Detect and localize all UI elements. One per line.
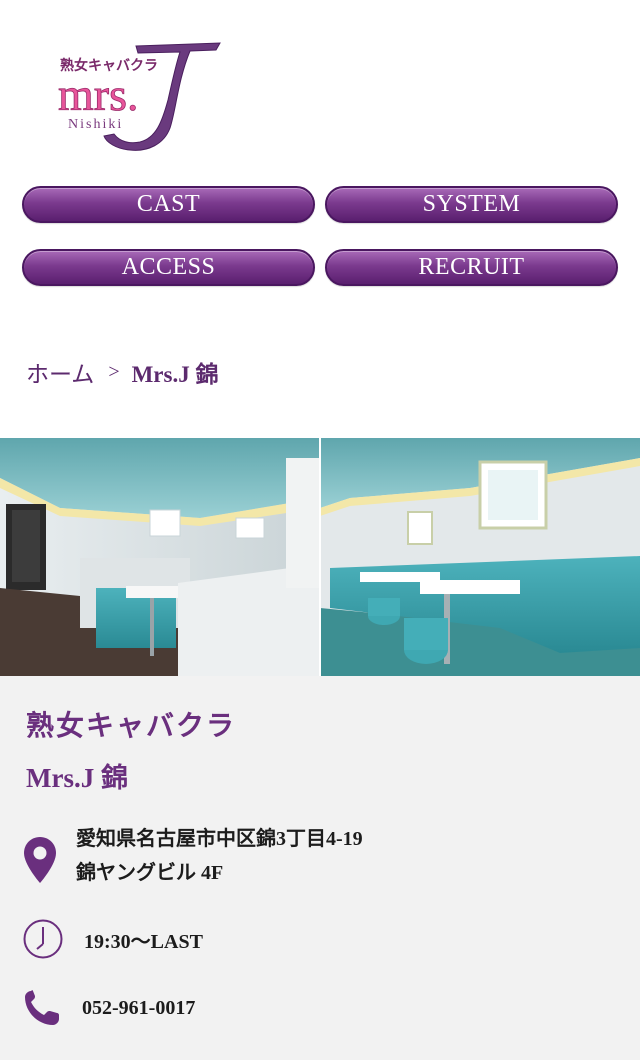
nav-recruit-button[interactable]: RECRUIT <box>325 249 618 286</box>
nav-cast-button[interactable]: CAST <box>22 186 315 223</box>
address-line-2: 錦ヤングビル 4F <box>76 862 224 884</box>
address-line-1: 愛知県名古屋市中区錦3丁目4-19 <box>76 828 363 850</box>
breadcrumb-home-link[interactable]: ホーム <box>26 355 94 389</box>
breadcrumb-separator: > <box>108 360 120 383</box>
shop-category: 熟女キャバクラ <box>26 709 237 742</box>
main-nav: CAST SYSTEM ACCESS RECRUIT <box>22 186 618 286</box>
clock-icon <box>22 918 64 960</box>
shop-interior-photo <box>0 438 640 676</box>
address-text: 愛知県名古屋市中区錦3丁目4-19 錦ヤングビル 4F <box>76 822 363 890</box>
shop-info-section: 熟女キャバクラ Mrs.J 錦 愛知県名古屋市中区錦3丁目4-19 錦ヤングビル… <box>0 676 640 1060</box>
site-logo[interactable]: 熟女キャバクラ mrs. Nishiki <box>58 40 228 155</box>
address-row: 愛知県名古屋市中区錦3丁目4-19 錦ヤングビル 4F <box>22 828 363 890</box>
nav-system-button[interactable]: SYSTEM <box>325 186 618 223</box>
breadcrumb: ホーム > Mrs.J 錦 <box>26 352 218 392</box>
phone-icon <box>22 988 62 1028</box>
nav-access-button[interactable]: ACCESS <box>22 249 315 286</box>
hours-text: 19:30〜LAST <box>84 930 203 953</box>
phone-number-link[interactable]: 052-961-0017 <box>82 997 195 1020</box>
logo-brand-text: mrs. <box>58 69 139 120</box>
breadcrumb-current: Mrs.J 錦 <box>131 362 219 387</box>
shop-name: Mrs.J 錦 <box>26 763 128 793</box>
hours-row: 19:30〜LAST <box>22 918 203 960</box>
phone-row[interactable]: 052-961-0017 <box>22 988 195 1028</box>
map-pin-icon <box>22 835 58 885</box>
logo-sub-text: Nishiki <box>68 117 123 132</box>
logo-graphic: 熟女キャバクラ mrs. Nishiki <box>58 42 221 151</box>
